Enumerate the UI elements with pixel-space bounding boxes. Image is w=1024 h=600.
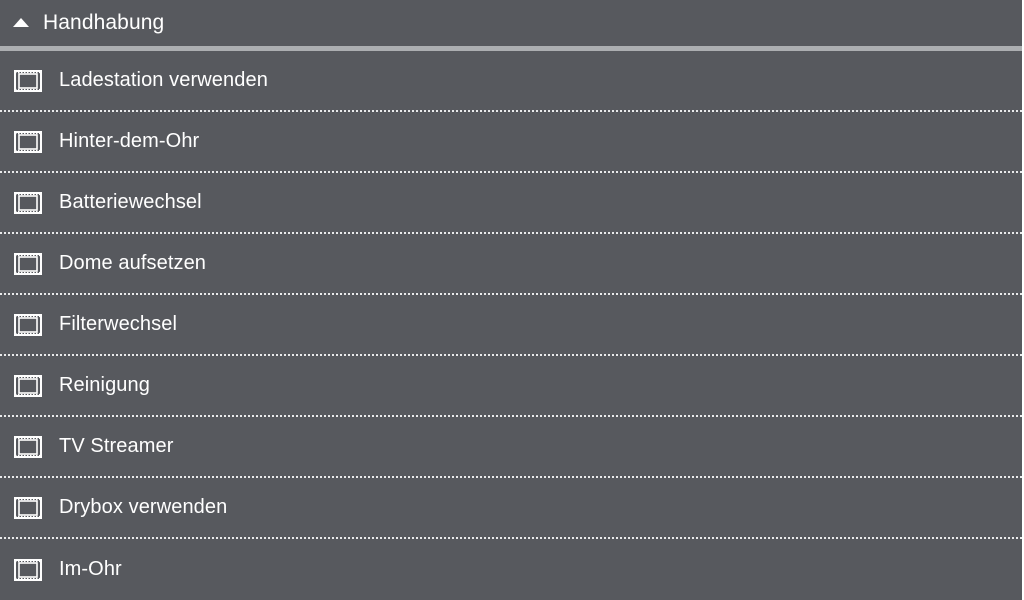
film-icon — [14, 130, 42, 153]
list-item-label: Batteriewechsel — [59, 191, 202, 213]
list-item-filterwechsel[interactable]: Filterwechsel — [0, 295, 1022, 356]
list-item-batteriewechsel[interactable]: Batteriewechsel — [0, 173, 1022, 234]
film-icon — [14, 435, 42, 458]
list-item-dome-aufsetzen[interactable]: Dome aufsetzen — [0, 234, 1022, 295]
list-item-label: Hinter-dem-Ohr — [59, 130, 200, 152]
section-header-toggle[interactable]: Handhabung — [0, 0, 1022, 46]
list-item-label: Drybox verwenden — [59, 496, 228, 518]
list-item-reinigung[interactable]: Reinigung — [0, 356, 1022, 417]
list-item-drybox-verwenden[interactable]: Drybox verwenden — [0, 478, 1022, 539]
film-icon — [14, 313, 42, 336]
list-item-label: Filterwechsel — [59, 313, 177, 335]
list-item-im-ohr[interactable]: Im-Ohr — [0, 539, 1022, 600]
caret-up-icon — [13, 17, 29, 27]
list-item-label: Dome aufsetzen — [59, 252, 207, 274]
list-item-hinter-dem-ohr[interactable]: Hinter-dem-Ohr — [0, 112, 1022, 173]
section-title: Handhabung — [43, 11, 165, 34]
list-item-label: TV Streamer — [59, 435, 174, 457]
list-item-label: Ladestation verwenden — [59, 69, 268, 91]
film-icon — [14, 191, 42, 214]
app: Handhabung Ladestation verwenden Hinter-… — [0, 0, 1024, 600]
film-icon — [14, 374, 42, 397]
video-list: Ladestation verwenden Hinter-dem-Ohr Bat… — [0, 51, 1022, 600]
film-icon — [14, 558, 42, 581]
film-icon — [14, 496, 42, 519]
film-icon — [14, 252, 42, 275]
list-item-ladestation-verwenden[interactable]: Ladestation verwenden — [0, 51, 1022, 112]
film-icon — [14, 69, 42, 92]
list-item-label: Reinigung — [59, 374, 150, 396]
list-item-label: Im-Ohr — [59, 558, 122, 580]
list-item-tv-streamer[interactable]: TV Streamer — [0, 417, 1022, 478]
